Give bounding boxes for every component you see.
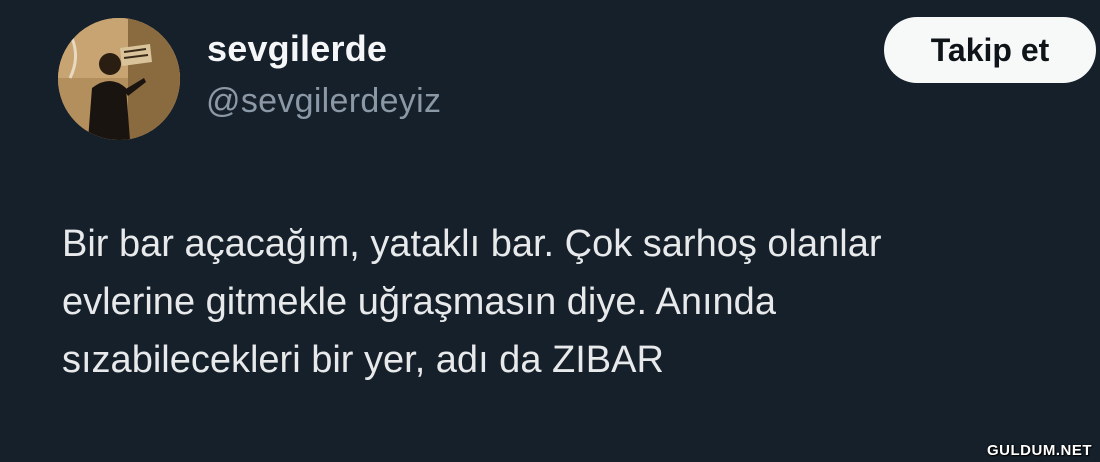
follow-button[interactable]: Takip et (884, 17, 1096, 83)
display-name[interactable]: sevgilerde (207, 28, 387, 70)
profile-photo-icon (58, 18, 180, 140)
watermark: GULDUM.NET (987, 442, 1092, 459)
tweet-text-line: Bir bar açacağım, yataklı bar. Çok sarho… (62, 223, 882, 265)
tweet-text-line: evlerine gitmekle uğraşmasın diye. Anınd… (62, 281, 776, 323)
tweet-card: sevgilerde @sevgilerdeyiz Takip et Bir b… (0, 0, 1100, 462)
tweet-text-line: sızabilecekleri bir yer, adı da ZIBAR (62, 339, 664, 381)
user-handle[interactable]: @sevgilerdeyiz (206, 82, 441, 121)
tweet-text: Bir bar açacağım, yataklı bar. Çok sarho… (62, 215, 1096, 389)
avatar[interactable] (58, 18, 180, 140)
